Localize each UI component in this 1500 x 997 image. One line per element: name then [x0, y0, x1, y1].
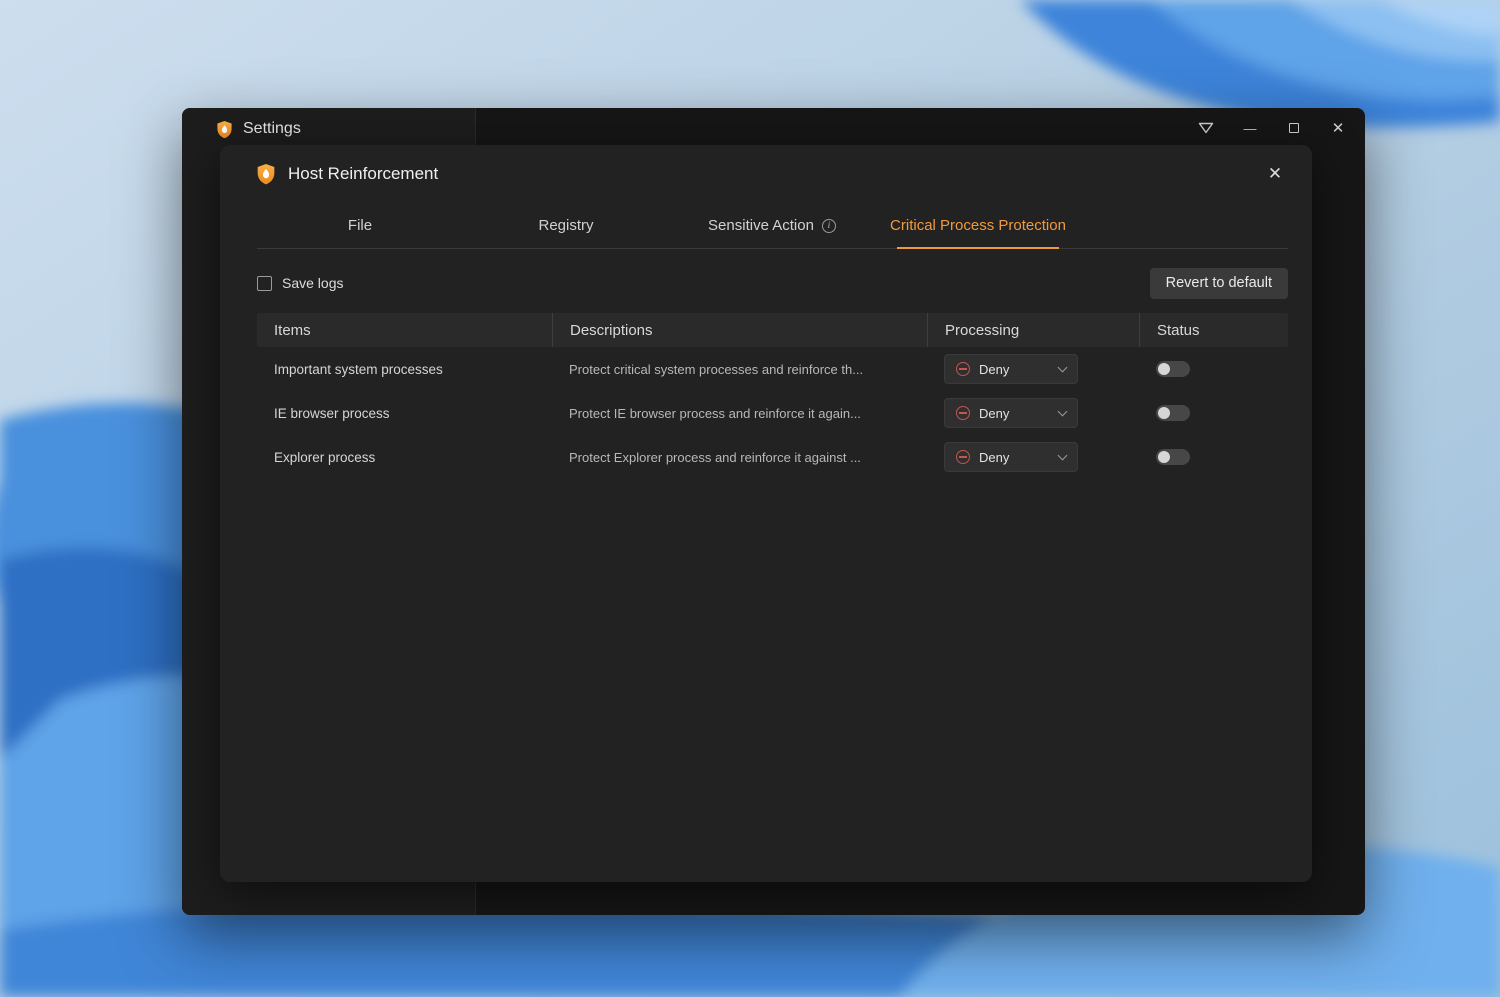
row-item-label: Important system processes — [274, 361, 443, 377]
circle-minus-icon — [956, 406, 970, 420]
save-logs-checkbox[interactable] — [257, 275, 272, 291]
table-row: Explorer process Protect Explorer proces… — [257, 435, 1288, 479]
revert-to-default-button[interactable]: Revert to default — [1149, 267, 1288, 299]
row-item-label: IE browser process — [274, 405, 390, 421]
processing-dropdown[interactable]: Deny — [944, 442, 1078, 472]
row-description: Protect IE browser process and reinforce… — [569, 405, 861, 421]
tab-bar: File Registry Sensitive Action i Critica… — [257, 203, 1288, 249]
info-icon[interactable]: i — [821, 218, 836, 233]
chevron-down-icon — [1057, 450, 1068, 461]
toggle-knob — [1158, 363, 1170, 375]
chevron-down-icon — [1057, 406, 1068, 417]
theme-skin-button[interactable] — [1191, 113, 1221, 143]
header-status: Status — [1139, 313, 1288, 347]
processing-dropdown[interactable]: Deny — [944, 398, 1078, 428]
table-header-row: Items Descriptions Processing Status — [257, 313, 1288, 347]
processing-dropdown[interactable]: Deny — [944, 354, 1078, 384]
tab-critical-process-protection[interactable]: Critical Process Protection — [875, 203, 1081, 249]
dialog-title: Host Reinforcement — [288, 164, 439, 183]
save-logs-label: Save logs — [282, 275, 344, 291]
tab-sensitive-action-label: Sensitive Action — [708, 217, 814, 234]
row-item-label: Explorer process — [274, 449, 376, 465]
tab-sensitive-action[interactable]: Sensitive Action i — [669, 203, 875, 248]
processing-value: Deny — [979, 405, 1010, 421]
host-reinforcement-dialog: Host Reinforcement ✕ File Registry Sensi… — [220, 145, 1312, 882]
header-processing: Processing — [927, 313, 1139, 347]
tab-registry[interactable]: Registry — [463, 203, 669, 248]
maximize-icon — [1289, 123, 1299, 133]
row-description: Protect critical system processes and re… — [569, 361, 864, 377]
row-status-cell — [1139, 449, 1288, 465]
theme-skin-icon — [1198, 122, 1214, 134]
processing-value: Deny — [979, 361, 1010, 377]
action-row: Save logs Revert to default — [257, 267, 1288, 299]
minimize-button[interactable]: — — [1235, 113, 1265, 143]
header-items: Items — [274, 321, 311, 339]
app-shield-flame-icon — [217, 120, 232, 138]
toggle-knob — [1158, 407, 1170, 419]
dialog-title-group: Host Reinforcement — [256, 163, 438, 185]
window-title: Settings — [243, 120, 301, 137]
chevron-down-icon — [1057, 362, 1068, 373]
save-logs-option[interactable]: Save logs — [257, 275, 343, 291]
processing-value: Deny — [979, 449, 1010, 465]
table-row: IE browser process Protect IE browser pr… — [257, 391, 1288, 435]
row-description: Protect Explorer process and reinforce i… — [569, 449, 861, 465]
status-toggle[interactable] — [1156, 405, 1190, 421]
circle-minus-icon — [956, 362, 970, 376]
close-dialog-button[interactable]: ✕ — [1262, 161, 1288, 187]
maximize-button[interactable] — [1279, 113, 1309, 143]
status-toggle[interactable] — [1156, 361, 1190, 377]
app-title-group: Settings — [216, 120, 301, 139]
status-toggle[interactable] — [1156, 449, 1190, 465]
tab-file[interactable]: File — [257, 203, 463, 248]
row-processing-cell: Deny — [927, 442, 1139, 472]
dialog-header: Host Reinforcement ✕ — [220, 145, 1312, 203]
header-descriptions: Descriptions — [552, 313, 927, 347]
row-status-cell — [1139, 405, 1288, 421]
close-window-button[interactable]: ✕ — [1323, 113, 1353, 143]
title-bar: Settings — ✕ — [182, 108, 1365, 150]
window-controls: — ✕ — [1191, 113, 1353, 143]
protection-table: Items Descriptions Processing Status Imp… — [257, 313, 1288, 479]
toggle-knob — [1158, 451, 1170, 463]
circle-minus-icon — [956, 450, 970, 464]
dialog-shield-flame-icon — [257, 164, 275, 185]
row-status-cell — [1139, 361, 1288, 377]
settings-window: Settings — ✕ Host Reinforcement ✕ File R… — [182, 108, 1365, 915]
row-processing-cell: Deny — [927, 398, 1139, 428]
row-processing-cell: Deny — [927, 354, 1139, 384]
table-row: Important system processes Protect criti… — [257, 347, 1288, 391]
